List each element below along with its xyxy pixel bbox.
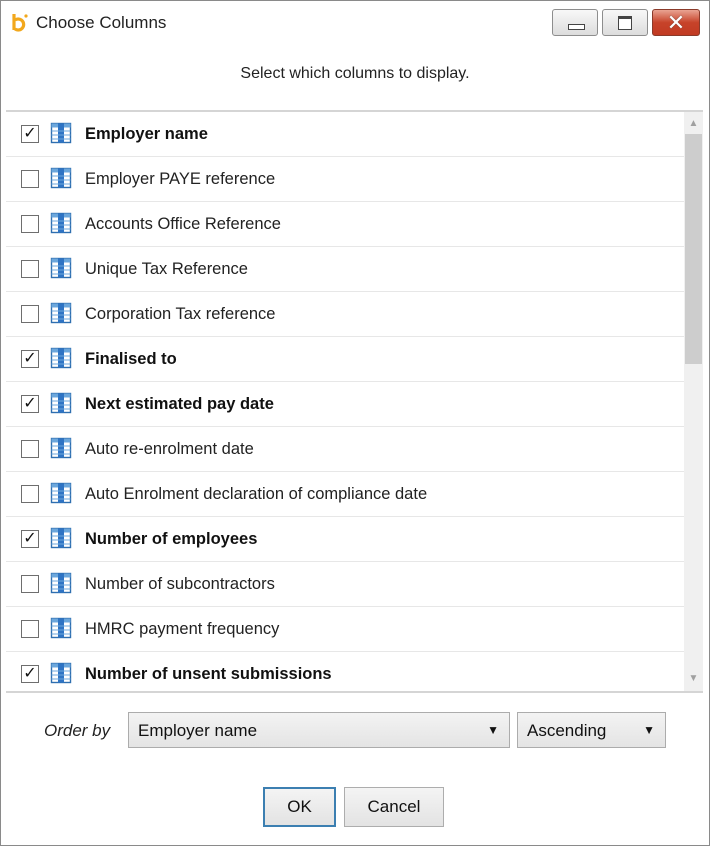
scrollbar-thumb[interactable] [685, 134, 702, 364]
column-row[interactable]: Auto re-enrolment date [6, 427, 684, 472]
instruction-text: Select which columns to display. [240, 65, 470, 82]
column-checkbox[interactable] [21, 620, 39, 638]
dropdown-arrow-icon: ▼ [643, 723, 655, 737]
maximize-button[interactable] [602, 9, 648, 36]
column-label: Unique Tax Reference [85, 260, 248, 278]
column-icon [50, 527, 72, 549]
minimize-button[interactable] [552, 9, 598, 36]
checkmark-icon: ✓ [23, 665, 37, 682]
column-label: Auto re-enrolment date [85, 440, 254, 458]
column-checkbox[interactable]: ✓ [21, 125, 39, 143]
column-label: Auto Enrolment declaration of compliance… [85, 485, 428, 503]
column-checkbox[interactable]: ✓ [21, 395, 39, 413]
scroll-up-icon[interactable]: ▲ [684, 114, 703, 134]
column-checkbox[interactable] [21, 575, 39, 593]
column-row[interactable]: ✓ Employer name [6, 112, 684, 157]
column-checkbox[interactable] [21, 440, 39, 458]
choose-columns-dialog: Choose Columns ✕ Select which columns to… [0, 0, 710, 846]
column-icon [50, 662, 72, 684]
window-title: Choose Columns [36, 13, 167, 32]
column-label: Employer name [85, 125, 208, 143]
column-row[interactable]: Accounts Office Reference [6, 202, 684, 247]
ok-button[interactable]: OK [263, 787, 336, 827]
cancel-button[interactable]: Cancel [344, 787, 444, 827]
column-row[interactable]: ✓ Next estimated pay date [6, 382, 684, 427]
column-row[interactable]: ✓ Finalised to [6, 337, 684, 382]
column-label: Finalised to [85, 350, 177, 368]
column-checkbox[interactable] [21, 260, 39, 278]
column-label: Number of subcontractors [85, 575, 275, 593]
column-icon [50, 392, 72, 414]
column-row[interactable]: HMRC payment frequency [6, 607, 684, 652]
column-checkbox[interactable]: ✓ [21, 530, 39, 548]
sort-direction-value: Ascending [527, 721, 607, 740]
checkmark-icon: ✓ [23, 125, 37, 142]
column-checkbox[interactable] [21, 170, 39, 188]
column-row[interactable]: ✓ Number of unsent submissions [6, 652, 684, 691]
column-row[interactable]: Auto Enrolment declaration of compliance… [6, 472, 684, 517]
column-label: Accounts Office Reference [85, 215, 281, 233]
column-checkbox[interactable]: ✓ [21, 665, 39, 683]
column-row[interactable]: Corporation Tax reference [6, 292, 684, 337]
column-checkbox[interactable]: ✓ [21, 350, 39, 368]
column-icon [50, 572, 72, 594]
column-icon [50, 257, 72, 279]
sort-direction-select[interactable]: Ascending ▼ [517, 712, 666, 748]
vertical-scrollbar[interactable]: ▲ ▼ [684, 112, 703, 691]
checkmark-icon: ✓ [23, 350, 37, 367]
column-label: Number of employees [85, 530, 258, 548]
checkmark-icon: ✓ [23, 530, 37, 547]
order-by-field-select[interactable]: Employer name ▼ [128, 712, 510, 748]
dropdown-arrow-icon: ▼ [487, 723, 499, 737]
column-row[interactable]: Number of subcontractors [6, 562, 684, 607]
column-row[interactable]: ✓ Number of employees [6, 517, 684, 562]
column-label: Employer PAYE reference [85, 170, 276, 188]
maximize-icon [618, 16, 632, 30]
column-icon [50, 482, 72, 504]
column-row[interactable]: Unique Tax Reference [6, 247, 684, 292]
close-icon: ✕ [666, 10, 686, 35]
column-icon [50, 212, 72, 234]
column-label: Next estimated pay date [85, 395, 274, 413]
column-icon [50, 122, 72, 144]
column-checkbox[interactable] [21, 215, 39, 233]
minimize-icon [568, 24, 585, 30]
column-label: HMRC payment frequency [85, 620, 280, 638]
column-checkbox[interactable] [21, 485, 39, 503]
app-logo-icon [12, 14, 28, 32]
checkmark-icon: ✓ [23, 395, 37, 412]
close-button[interactable]: ✕ [652, 9, 700, 36]
column-icon [50, 167, 72, 189]
column-icon [50, 617, 72, 639]
columns-list: ✓ Employer name Employer PAYE reference Acc… [6, 110, 703, 693]
column-icon [50, 437, 72, 459]
order-by-label: Order by [44, 721, 111, 740]
column-label: Number of unsent submissions [85, 665, 332, 683]
column-icon [50, 347, 72, 369]
scroll-down-icon[interactable]: ▼ [684, 669, 703, 689]
order-by-field-value: Employer name [138, 721, 258, 740]
column-row[interactable]: Employer PAYE reference [6, 157, 684, 202]
column-icon [50, 302, 72, 324]
title-bar[interactable]: Choose Columns ✕ [1, 1, 709, 47]
column-label: Corporation Tax reference [85, 305, 276, 323]
column-checkbox[interactable] [21, 305, 39, 323]
